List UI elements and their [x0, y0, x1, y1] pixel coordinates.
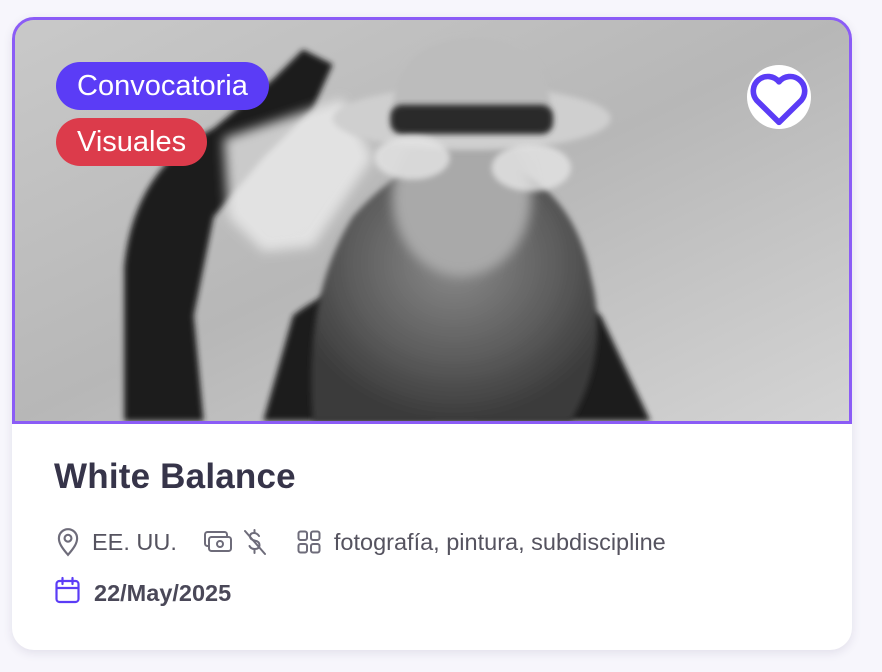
- meta-row: EE. UU. fotografía, pintura, subdiscipli…: [54, 525, 822, 559]
- no-fee-icon: [241, 527, 269, 557]
- event-image[interactable]: Convocatoria Visuales: [12, 17, 852, 424]
- badge-group: Convocatoria Visuales: [56, 62, 269, 166]
- event-date: 22/May/2025: [94, 580, 232, 606]
- badge-category: Visuales: [56, 118, 208, 166]
- cash-icon: [202, 529, 234, 555]
- disciplines-text: fotografía, pintura, subdiscipline: [333, 528, 666, 555]
- map-pin-icon: [54, 527, 82, 557]
- grid-icon: [296, 529, 322, 555]
- event-card[interactable]: Convocatoria Visuales White Balance EE. …: [12, 17, 852, 650]
- location-text: EE. UU.: [92, 528, 177, 555]
- card-body: White Balance EE. UU. fotografía, pintur…: [54, 457, 822, 611]
- event-title[interactable]: White Balance: [54, 457, 822, 497]
- heart-outline-icon: [750, 73, 808, 126]
- favorite-button[interactable]: [747, 65, 811, 129]
- calendar-icon: [54, 576, 82, 611]
- badge-call-type: Convocatoria: [56, 62, 269, 110]
- date-row: 22/May/2025: [54, 576, 822, 611]
